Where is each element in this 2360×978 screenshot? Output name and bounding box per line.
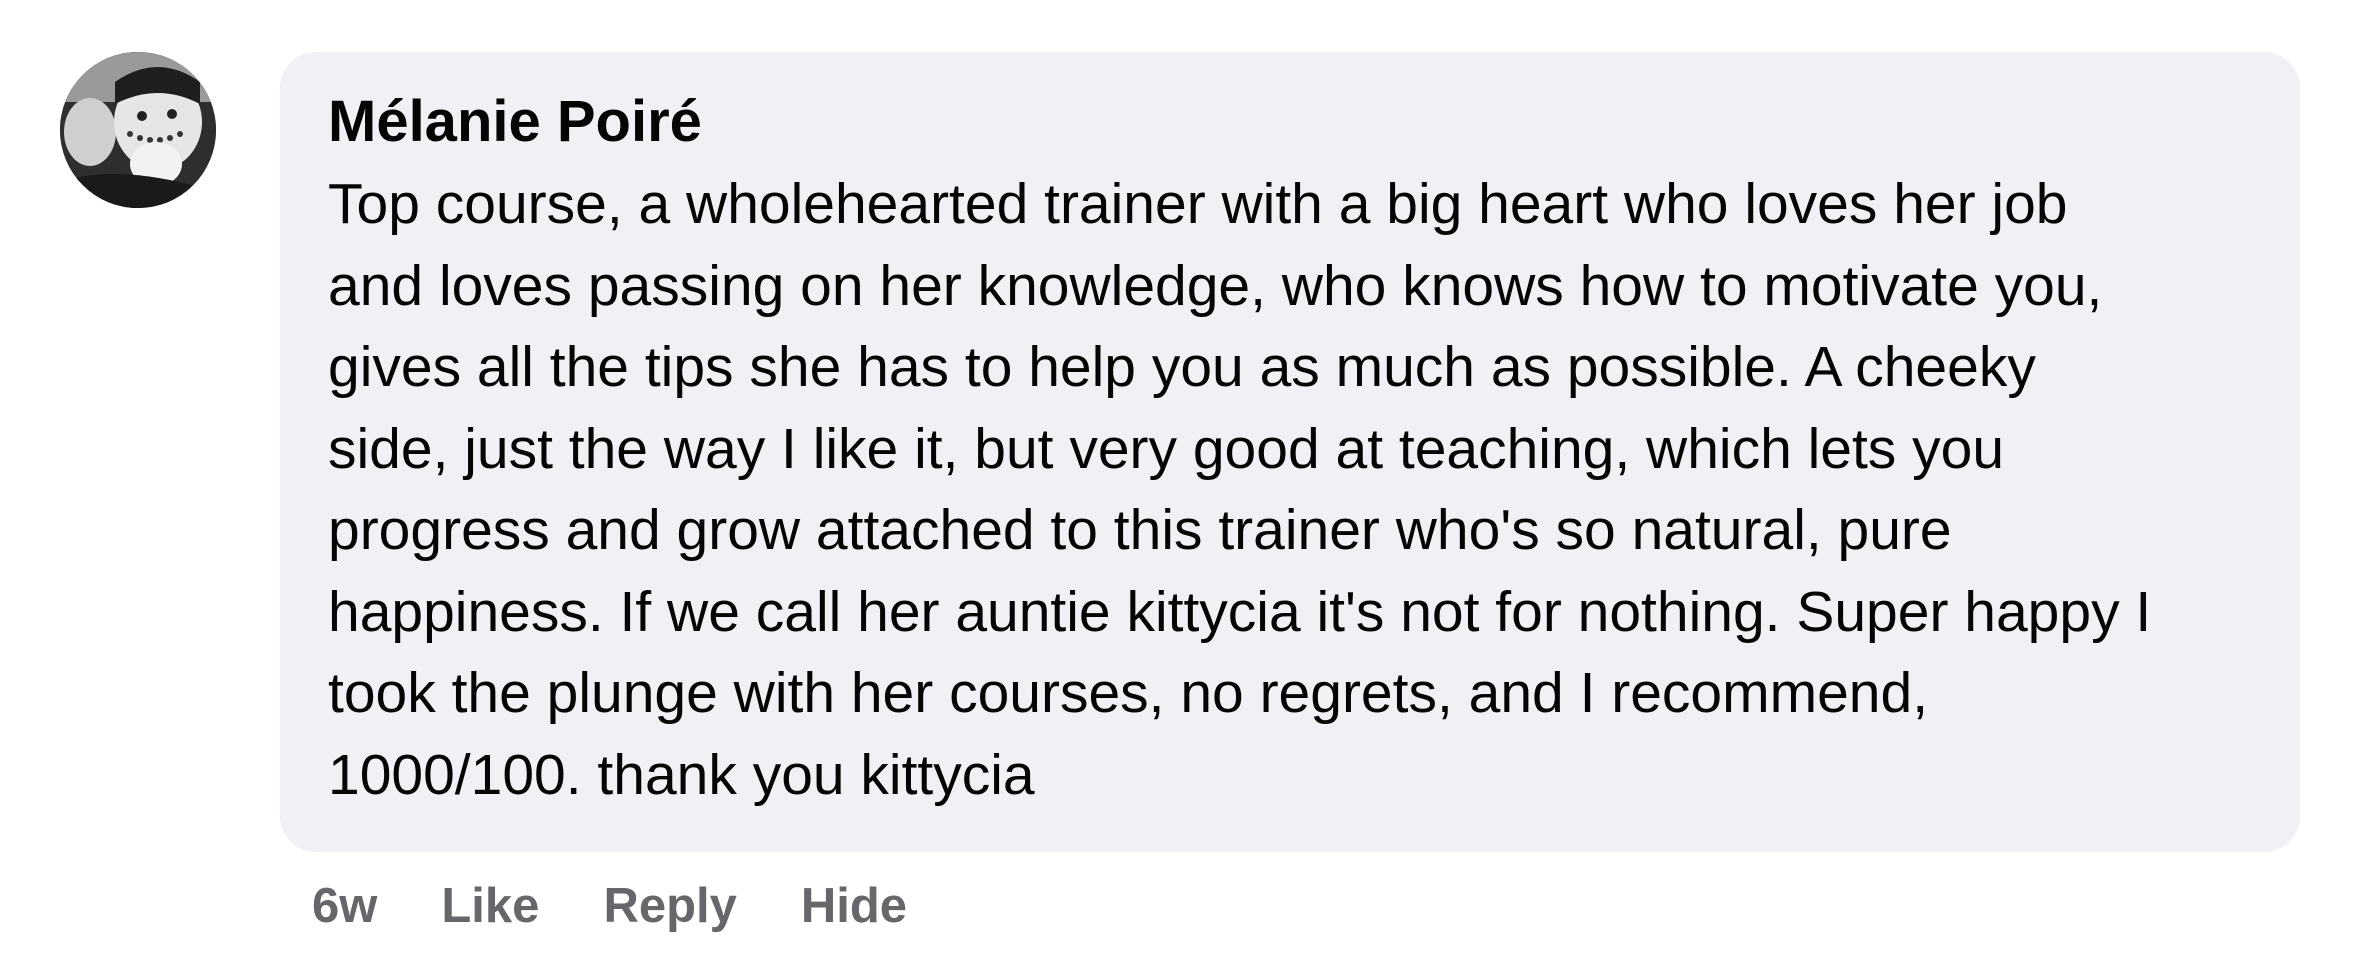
like-button[interactable]: Like <box>441 878 539 934</box>
comment-line: and loves passing on her knowledge, who … <box>328 253 2103 318</box>
author-name[interactable]: Mélanie Poiré <box>328 86 2252 158</box>
comment-line: 1000/100. thank you kittycia <box>328 742 1035 807</box>
comment-line: progress and grow attached to this train… <box>328 498 1952 562</box>
comment-line: happiness. If we call her auntie kittyci… <box>328 579 2152 644</box>
comment-line: side, just the way I like it, but very g… <box>328 416 2005 481</box>
comment-line: Top course, a wholehearted trainer with … <box>328 172 2068 236</box>
comment-line: took the plunge with her courses, no reg… <box>328 661 1929 725</box>
hide-button[interactable]: Hide <box>801 878 907 934</box>
reply-button[interactable]: Reply <box>603 878 736 934</box>
comment: Mélanie Poiré Top course, a wholehearted… <box>0 0 2360 978</box>
comment-line: gives all the tips she has to help you a… <box>328 335 2036 399</box>
profile-photo-icon <box>60 52 216 208</box>
comment-text: Top course, a wholehearted trainer with … <box>328 164 2252 816</box>
comment-bubble: Mélanie Poiré Top course, a wholehearted… <box>280 52 2300 852</box>
timestamp-link[interactable]: 6w <box>312 878 377 934</box>
comment-actions: 6w Like Reply Hide <box>312 872 907 940</box>
avatar[interactable] <box>60 52 216 208</box>
